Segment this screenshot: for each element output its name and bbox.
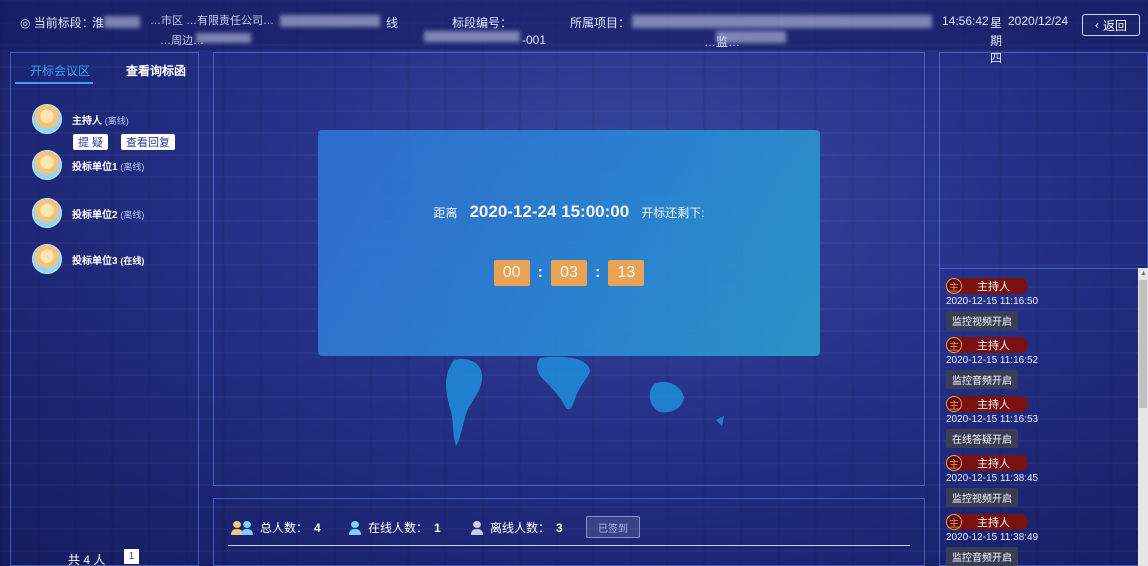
participant-item: 主持人 (离线): [32, 104, 129, 134]
weekday-1: 星: [990, 16, 1003, 30]
countdown-minutes: 03: [551, 260, 587, 286]
log-entry: 主 主持人 2020-12-15 11:38:49 监控音频开启: [946, 514, 1056, 566]
log-time: 2020-12-15 11:38:49: [946, 532, 1039, 543]
group-icon: [240, 520, 254, 535]
redacted-block: [196, 33, 251, 43]
log-time: 2020-12-15 11:16:53: [946, 414, 1039, 425]
log-time: 2020-12-15 11:38:45: [946, 473, 1039, 484]
log-user: 主持人: [977, 399, 1010, 411]
total-count: 总人数： 4: [230, 519, 321, 536]
top-bar: ◎ 当前标段： 淮 …市区 …有限责任公司… 线 …周边… 标段编号： -001…: [0, 0, 1148, 65]
countdown-target-datetime: 2020-12-24 15:00:00: [469, 202, 630, 221]
countdown-heading: 距离 2020-12-24 15:00:00 开标还剩下:: [318, 202, 820, 222]
log-user: 主持人: [977, 281, 1010, 293]
log-action: 在线答疑开启: [946, 429, 1018, 448]
tab-meeting-area[interactable]: 开标会议区: [30, 62, 90, 79]
signed-in-button[interactable]: 已签到: [586, 516, 640, 538]
log-entry: 主 主持人 2020-12-15 11:16:53 在线答疑开启: [946, 396, 1056, 448]
clock-time: 14:56:42: [942, 14, 989, 28]
countdown-seconds: 13: [608, 260, 645, 286]
current-section-prefix: 淮: [92, 16, 105, 30]
log-time: 2020-12-15 11:16:52: [946, 355, 1039, 366]
active-tab-underline: [15, 82, 93, 84]
view-reply-button[interactable]: 查看回复: [121, 134, 175, 150]
scroll-up-icon[interactable]: ▲: [1140, 270, 1147, 277]
redacted-block: [632, 15, 932, 28]
log-time: 2020-12-15 11:16:50: [946, 296, 1039, 307]
redacted-block: [104, 16, 140, 28]
host-badge-icon: 主: [946, 337, 962, 353]
project-label: 所属项目：: [570, 16, 631, 30]
user-offline-icon: [470, 520, 484, 535]
back-button[interactable]: ‹ 返回: [1082, 14, 1140, 36]
log-entry: 主 主持人 2020-12-15 11:38:45 监控视频开启: [946, 455, 1056, 507]
offline-count: 离线人数： 3: [470, 519, 563, 536]
section-number-value: -001: [522, 33, 547, 47]
host-badge-icon: 主: [946, 455, 962, 471]
log-action: 监控音频开启: [946, 370, 1018, 389]
online-count: 在线人数： 1: [348, 519, 441, 536]
countdown-prefix: 距离: [433, 206, 458, 220]
avatar: [32, 104, 62, 134]
user-online-icon: [348, 520, 362, 535]
log-divider: [939, 268, 1139, 269]
participant-name: 投标单位2 (离线): [72, 209, 145, 221]
clock-date: 2020/12/24: [1008, 14, 1069, 28]
host-badge-icon: 主: [946, 278, 962, 294]
back-button-label: 返回: [1102, 18, 1127, 33]
participant-total: 共 4 人: [68, 553, 106, 566]
current-section-tail: 线: [386, 16, 399, 30]
log-user: 主持人: [977, 340, 1010, 352]
avatar: [32, 244, 62, 274]
countdown-timer: 00 : 03 : 13: [318, 260, 820, 286]
scrollbar-thumb[interactable]: [1139, 280, 1147, 408]
participant-item: 投标单位3 (在线): [32, 244, 144, 274]
log-user: 主持人: [977, 517, 1010, 529]
log-scrollbar[interactable]: ▲: [1138, 268, 1148, 566]
avatar: [32, 150, 62, 180]
current-section-mid: …市区 …有限责任公司…: [150, 15, 275, 27]
section-number-label: 标段编号：: [452, 16, 513, 30]
log-action: 监控视频开启: [946, 311, 1018, 330]
participant-name: 投标单位1 (离线): [72, 161, 145, 173]
log-entry: 主 主持人 2020-12-15 11:16:50 监控视频开启: [946, 278, 1056, 330]
participant-item: 投标单位2 (离线): [32, 198, 144, 228]
participant-name: 投标单位3 (在线): [72, 255, 145, 267]
countdown-suffix: 开标还剩下:: [641, 206, 705, 220]
host-badge-icon: 主: [946, 396, 962, 412]
countdown-card: 距离 2020-12-24 15:00:00 开标还剩下: 00 : 03 : …: [318, 130, 820, 356]
avatar: [32, 198, 62, 228]
log-user: 主持人: [977, 458, 1010, 470]
current-section-label: ◎ 当前标段：: [20, 16, 94, 30]
participant-name: 主持人 (离线): [72, 115, 129, 127]
colon-separator: :: [537, 264, 543, 281]
chevron-left-icon: ‹: [1094, 18, 1099, 32]
pagination-page-1[interactable]: 1: [124, 549, 139, 564]
redacted-block: [280, 15, 380, 27]
stats-divider: [228, 545, 910, 546]
log-action: 监控视频开启: [946, 488, 1018, 507]
question-button[interactable]: 提 疑: [73, 134, 109, 150]
participant-item: 投标单位1 (离线): [32, 150, 144, 180]
tab-inquiry-letters[interactable]: 查看询标函: [126, 62, 186, 79]
weekday-2: 期: [990, 34, 1003, 48]
log-action: 监控音频开启: [946, 547, 1018, 566]
log-entry: 主 主持人 2020-12-15 11:16:52 监控音频开启: [946, 337, 1056, 389]
redacted-block: [424, 31, 520, 42]
countdown-hours: 00: [493, 260, 530, 286]
redacted-block: [716, 31, 786, 43]
colon-separator: :: [595, 264, 601, 281]
world-map-graphic: [446, 356, 724, 446]
host-badge-icon: 主: [946, 514, 962, 530]
